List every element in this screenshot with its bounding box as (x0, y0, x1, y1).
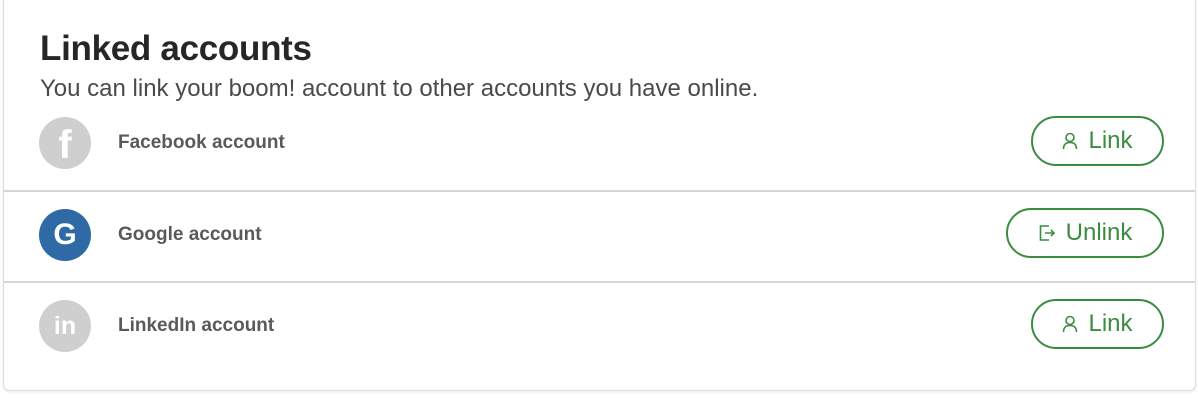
linked-accounts-card: Linked accounts You can link your boom! … (3, 0, 1196, 391)
link-facebook-button[interactable]: Link (1031, 116, 1164, 166)
account-label: LinkedIn account (118, 315, 275, 336)
account-label: Google account (118, 224, 262, 245)
account-label: Facebook account (118, 132, 285, 153)
account-row-google: G Google account Unlink (4, 190, 1195, 282)
facebook-icon: f (39, 117, 91, 169)
section-title: Linked accounts (40, 29, 312, 68)
button-label: Link (1088, 310, 1133, 337)
linkedin-icon: in (39, 300, 91, 352)
google-icon: G (39, 209, 91, 261)
sign-out-icon (1039, 225, 1055, 241)
link-linkedin-button[interactable]: Link (1031, 299, 1164, 349)
account-row-facebook: f Facebook account Link (4, 99, 1195, 189)
account-row-linkedin: in LinkedIn account Link (4, 281, 1195, 373)
button-label: Link (1088, 127, 1133, 154)
user-icon (1063, 315, 1078, 333)
unlink-google-button[interactable]: Unlink (1006, 208, 1164, 258)
button-label: Unlink (1065, 219, 1133, 246)
user-icon (1063, 132, 1078, 150)
